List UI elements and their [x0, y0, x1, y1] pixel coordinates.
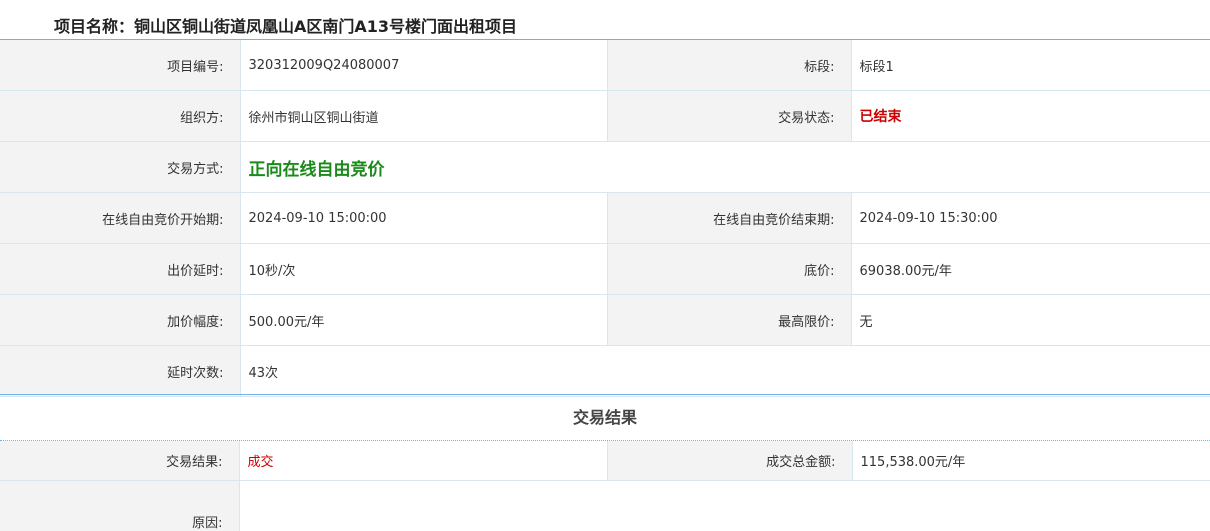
- bid-delay-value: 10秒/次: [240, 243, 608, 295]
- reason-label: 原因:: [0, 480, 240, 531]
- trade-method-label: 交易方式:: [0, 141, 241, 193]
- row-organizer: 组织方: 徐州市铜山区铜山街道 交易状态: 已结束: [0, 90, 1210, 142]
- result-deal-text: 成交: [247, 455, 274, 470]
- delay-count-label: 延时次数:: [0, 345, 241, 397]
- trade-status-value: 已结束: [851, 90, 1210, 142]
- result-section-title: 交易结果: [572, 408, 637, 427]
- project-detail-page: 项目名称：铜山区铜山街道凤凰山A区南门A13号楼门面出租项目 项目编号: 320…: [0, 0, 1210, 531]
- organizer-label: 组织方:: [0, 90, 241, 142]
- total-amount-value: 115,538.00元/年: [852, 441, 1210, 481]
- project-title-label: 项目名称：: [54, 17, 135, 36]
- project-no-label: 项目编号:: [0, 40, 241, 91]
- trade-method-text: 正向在线自由竞价: [248, 159, 385, 180]
- base-price-label: 底价:: [607, 243, 852, 295]
- project-title: 项目名称：铜山区铜山街道凤凰山A区南门A13号楼门面出租项目: [54, 16, 517, 38]
- result-label: 交易结果:: [0, 441, 240, 481]
- row-increment: 加价幅度: 500.00元/年 最高限价: 无: [0, 294, 1210, 346]
- section-value: 标段1: [851, 40, 1210, 91]
- organizer-value: 徐州市铜山区铜山街道: [240, 90, 608, 142]
- row-project-no: 项目编号: 320312009Q24080007 标段: 标段1: [0, 40, 1210, 91]
- delay-count-value: 43次: [240, 345, 1210, 397]
- trade-status-badge: 已结束: [859, 109, 902, 125]
- increment-label: 加价幅度:: [0, 294, 241, 346]
- row-reason: 原因:: [0, 480, 1210, 531]
- project-title-value: 铜山区铜山街道凤凰山A区南门A13号楼门面出租项目: [134, 17, 518, 36]
- max-price-label: 最高限价:: [607, 294, 852, 346]
- row-trade-method: 交易方式: 正向在线自由竞价: [0, 141, 1210, 193]
- start-time-value: 2024-09-10 15:00:00: [240, 192, 608, 244]
- total-amount-label: 成交总金额:: [607, 441, 853, 481]
- row-bid-delay: 出价延时: 10秒/次 底价: 69038.00元/年: [0, 243, 1210, 295]
- row-delay-count: 延时次数: 43次: [0, 345, 1210, 397]
- trade-method-value: 正向在线自由竞价: [240, 141, 1210, 193]
- reason-value: [239, 480, 1210, 531]
- end-time-label: 在线自由竞价结束期:: [607, 192, 852, 244]
- end-time-value: 2024-09-10 15:30:00: [851, 192, 1210, 244]
- trade-status-label: 交易状态:: [607, 90, 852, 142]
- increment-value: 500.00元/年: [240, 294, 608, 346]
- row-bid-period: 在线自由竞价开始期: 2024-09-10 15:00:00 在线自由竞价结束期…: [0, 192, 1210, 244]
- base-price-value: 69038.00元/年: [851, 243, 1210, 295]
- row-result: 交易结果: 成交 成交总金额: 115,538.00元/年: [0, 441, 1210, 481]
- bid-delay-label: 出价延时:: [0, 243, 241, 295]
- max-price-value: 无: [851, 294, 1210, 346]
- project-info-table: 项目编号: 320312009Q24080007 标段: 标段1 组织方: 徐州…: [0, 40, 1210, 397]
- project-no-value: 320312009Q24080007: [240, 40, 608, 91]
- start-time-label: 在线自由竞价开始期:: [0, 192, 241, 244]
- result-value: 成交: [239, 441, 608, 481]
- result-table: 交易结果: 成交 成交总金额: 115,538.00元/年 原因:: [0, 441, 1210, 531]
- section-label: 标段:: [607, 40, 852, 91]
